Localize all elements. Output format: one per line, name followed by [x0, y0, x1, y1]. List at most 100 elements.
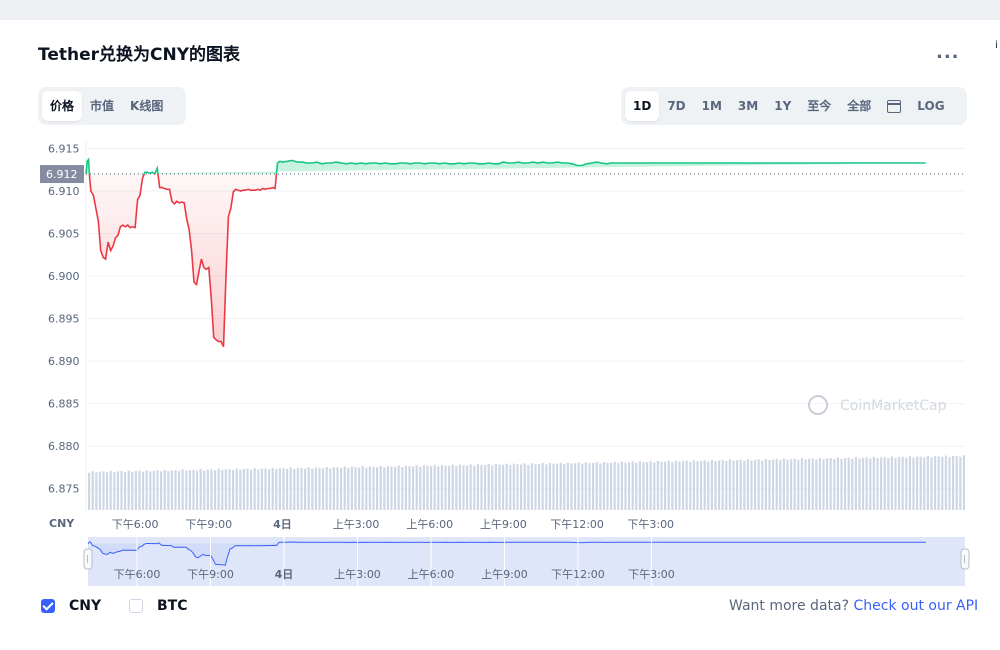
volume-bar — [170, 470, 173, 510]
volume-bar — [703, 460, 706, 510]
volume-bar — [840, 458, 843, 510]
volume-bar — [559, 462, 562, 510]
btc-checkbox[interactable] — [129, 599, 143, 613]
volume-bar — [779, 460, 782, 510]
volume-bar — [491, 465, 494, 510]
volume-bar — [98, 471, 101, 510]
volume-bar — [358, 467, 361, 510]
volume-bar — [188, 469, 191, 510]
legend-btc-label: BTC — [157, 598, 188, 614]
volume-bar — [336, 467, 339, 510]
volume-bar — [775, 459, 778, 510]
navigator-tick-label: 下午9:00 — [187, 568, 234, 581]
volume-bar — [268, 469, 271, 510]
volume-bar — [880, 457, 883, 510]
volume-bar — [725, 461, 728, 510]
volume-bar — [790, 459, 793, 510]
legend-btc[interactable]: BTC — [129, 598, 188, 614]
volume-bar — [894, 457, 897, 510]
volume-bar — [221, 470, 224, 510]
volume-bar — [664, 461, 667, 510]
volume-bar — [649, 461, 652, 510]
volume-bar — [718, 460, 721, 510]
volume-bar — [102, 471, 105, 510]
volume-bar — [851, 458, 854, 510]
price-chart[interactable]: 6.915 6.910 6.905 6.900 6.895 6.890 6.885 6.880… — [0, 0, 1000, 600]
volume-bar — [898, 456, 901, 510]
volume-bar — [91, 471, 94, 510]
volume-bar — [646, 461, 649, 510]
y-tick-label: 6.890 — [48, 355, 80, 368]
volume-bar — [138, 470, 141, 510]
volume-bar — [368, 466, 371, 510]
volume-bar — [394, 466, 397, 510]
volume-bar — [530, 463, 533, 510]
volume-bar — [772, 459, 775, 510]
volume-bar — [278, 468, 281, 510]
volume-bar — [120, 470, 123, 510]
volume-bar — [750, 460, 753, 510]
volume-bar — [156, 470, 159, 510]
volume-bar — [674, 460, 677, 510]
volume-bar — [235, 468, 238, 510]
volume-bar — [793, 458, 796, 510]
volume-bar — [318, 467, 321, 510]
volume-bar — [196, 470, 199, 510]
navigator-tick-label: 下午12:00 — [551, 568, 605, 581]
volume-bar — [505, 463, 508, 510]
baseline-label: 6.912 — [46, 168, 78, 181]
volume-bar — [944, 455, 947, 510]
volume-bar — [883, 457, 886, 510]
more-data-text: Want more data? — [729, 598, 850, 614]
volume-bar — [458, 464, 461, 510]
volume-bar — [912, 457, 915, 510]
volume-bar — [376, 467, 379, 510]
volume-bar — [682, 461, 685, 510]
volume-bar — [786, 459, 789, 510]
volume-bar — [390, 466, 393, 510]
y-tick-label: 6.885 — [48, 398, 80, 411]
volume-bar — [916, 456, 919, 510]
volume-bar — [606, 462, 609, 510]
volume-bar — [232, 469, 235, 510]
volume-bar — [685, 460, 688, 510]
volume-bar — [329, 468, 332, 510]
y-tick-label: 6.900 — [48, 270, 80, 283]
volume-bar — [296, 467, 299, 510]
volume-bar — [300, 467, 303, 510]
y-tick-label: 6.895 — [48, 313, 80, 326]
volume-bar — [642, 462, 645, 510]
volume-bar — [696, 461, 699, 510]
legend-cny[interactable]: CNY — [41, 598, 101, 614]
volume-bar — [937, 456, 940, 510]
volume-bar — [736, 460, 739, 510]
x-tick-label: 下午3:00 — [627, 518, 674, 531]
volume-bar — [174, 470, 177, 510]
volume-bar — [203, 470, 206, 510]
volume-bar — [804, 459, 807, 510]
volume-bar — [811, 458, 814, 510]
api-link[interactable]: Check out our API — [853, 598, 978, 614]
volume-bar — [264, 468, 267, 510]
volume-bar — [538, 464, 541, 510]
cny-checkbox[interactable] — [41, 599, 55, 613]
volume-bar — [127, 470, 130, 510]
volume-bar — [728, 459, 731, 510]
volume-bar — [959, 456, 962, 510]
volume-bar — [527, 464, 530, 510]
navigator-tick-label: 上午3:00 — [334, 568, 381, 581]
volume-bar — [577, 462, 580, 510]
volume-bar — [487, 463, 490, 510]
volume-bar — [246, 468, 249, 510]
volume-bar — [746, 459, 749, 510]
volume-bar — [599, 463, 602, 510]
volume-bar — [905, 457, 908, 510]
volume-bar — [343, 466, 346, 510]
volume-bar — [185, 470, 188, 510]
volume-bar — [602, 461, 605, 510]
navigator-tick-label: 上午9:00 — [481, 568, 528, 581]
volume-bar — [818, 457, 821, 510]
volume-bar — [383, 467, 386, 510]
watermark: CoinMarketCap — [840, 398, 947, 414]
volume-bar — [163, 469, 166, 510]
